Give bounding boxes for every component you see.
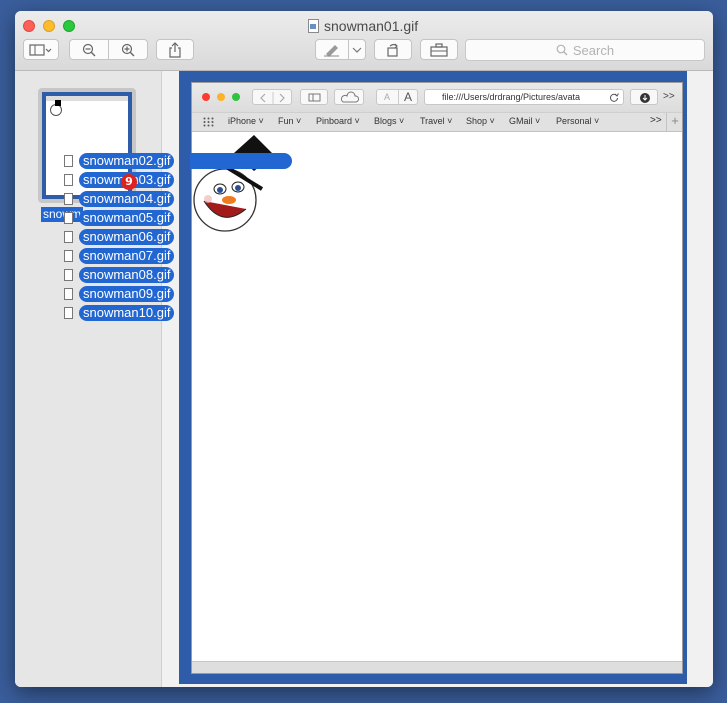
file-icon (64, 307, 73, 319)
markup-button[interactable] (315, 39, 349, 60)
safari-sidebar-button (300, 89, 328, 105)
zoom-out-icon (82, 43, 96, 56)
bookmark-personal: Personal ˅ (556, 116, 600, 126)
downloads-button (630, 89, 658, 105)
new-tab-button: + (666, 113, 683, 131)
file-icon (64, 174, 73, 186)
file-icon (64, 193, 73, 205)
drag-count-badge: 9 (121, 174, 137, 190)
sidebar-icon (308, 93, 321, 102)
zoom-in-icon (121, 43, 135, 56)
sidebar-icon (29, 43, 52, 56)
rotate-icon (387, 43, 398, 57)
rotate-button[interactable] (374, 39, 412, 60)
toolbox-button[interactable] (420, 39, 458, 60)
drag-file-item: snowman05.gif (79, 210, 175, 226)
markup-menu-button[interactable] (348, 39, 366, 60)
file-icon (64, 231, 73, 243)
grid-icon (203, 117, 214, 127)
reload-icon (610, 93, 619, 102)
pen-icon (324, 44, 339, 57)
safari-status-bar (192, 661, 682, 673)
text-larger: A (404, 90, 413, 104)
file-icon (64, 155, 73, 167)
file-icon (64, 288, 73, 300)
file-icon (64, 250, 73, 262)
carrot-nose (222, 196, 236, 204)
text-size-buttons: A A (376, 89, 418, 105)
drag-file-item: snowman04.gif (79, 191, 175, 207)
thumbnail-hat (55, 100, 61, 106)
drag-highlight (190, 153, 292, 169)
safari-close-light (202, 93, 210, 101)
toolbox-icon (430, 42, 448, 57)
bookmark-pinboard: Pinboard ˅ (316, 116, 360, 126)
zoom-out-button[interactable] (69, 39, 109, 60)
bookmarks-overflow: >> (650, 115, 662, 126)
search-field[interactable]: Search (465, 39, 705, 61)
bookmark-fun: Fun ˅ (278, 116, 302, 126)
download-icon (640, 93, 650, 103)
drag-file-item: snowman09.gif (79, 286, 175, 302)
zoom-in-button[interactable] (108, 39, 148, 60)
safari-minimize-light (217, 93, 225, 101)
search-placeholder: Search (572, 42, 615, 58)
window-title: snowman01.gif (308, 18, 418, 34)
file-icon (64, 269, 73, 281)
bookmark-travel: Travel ˅ (420, 116, 453, 126)
safari-toolbar: A A file:///Users/drdrang/Pictures/avata… (192, 83, 682, 112)
search-icon (556, 44, 568, 56)
address-bar: file:///Users/drdrang/Pictures/avata (424, 89, 624, 105)
back-forward-buttons (252, 89, 292, 105)
safari-screenshot: A A file:///Users/drdrang/Pictures/avata… (191, 82, 683, 674)
sidebar-toggle-button[interactable] (23, 39, 59, 60)
thumbnail-label: snowm (41, 207, 84, 222)
bookmark-blogs: Blogs ˅ (374, 116, 405, 126)
snowman-cheek (204, 195, 212, 203)
text-size-divider (398, 90, 399, 104)
window-title-text: snowman01.gif (324, 18, 419, 34)
text-smaller: A (384, 92, 391, 102)
file-icon (64, 212, 73, 224)
safari-zoom-light (232, 93, 240, 101)
bookmarks-bar: iPhone ˅ Fun ˅ Pinboard ˅ Blogs ˅ Travel… (192, 112, 682, 132)
back-forward-icon (260, 92, 285, 104)
cloud-icon (340, 91, 360, 103)
drag-file-item: snowman10.gif (79, 305, 175, 321)
chevron-down-icon (352, 47, 362, 53)
drag-file-item: snowman07.gif (79, 248, 175, 264)
share-button[interactable] (156, 39, 194, 60)
bookmark-iphone: iPhone ˅ (228, 116, 264, 126)
bookmark-shop: Shop ˅ (466, 116, 495, 126)
title-bar: snowman01.gif Search (15, 11, 713, 71)
drag-file-item: snowman02.gif (79, 153, 175, 169)
close-button[interactable] (23, 20, 35, 32)
gif-document-icon (308, 19, 319, 33)
zoom-button[interactable] (63, 20, 75, 32)
minimize-button[interactable] (43, 20, 55, 32)
bookmark-gmail: GMail ˅ (509, 116, 541, 126)
share-icon (169, 41, 181, 58)
icloud-tabs-button (334, 89, 364, 105)
snowman-image (193, 135, 274, 232)
address-text: file:///Users/drdrang/Pictures/avata (442, 92, 581, 102)
drag-file-item: snowman08.gif (79, 267, 175, 283)
toolbar-overflow: >> (663, 91, 675, 102)
drag-file-item: snowman06.gif (79, 229, 175, 245)
